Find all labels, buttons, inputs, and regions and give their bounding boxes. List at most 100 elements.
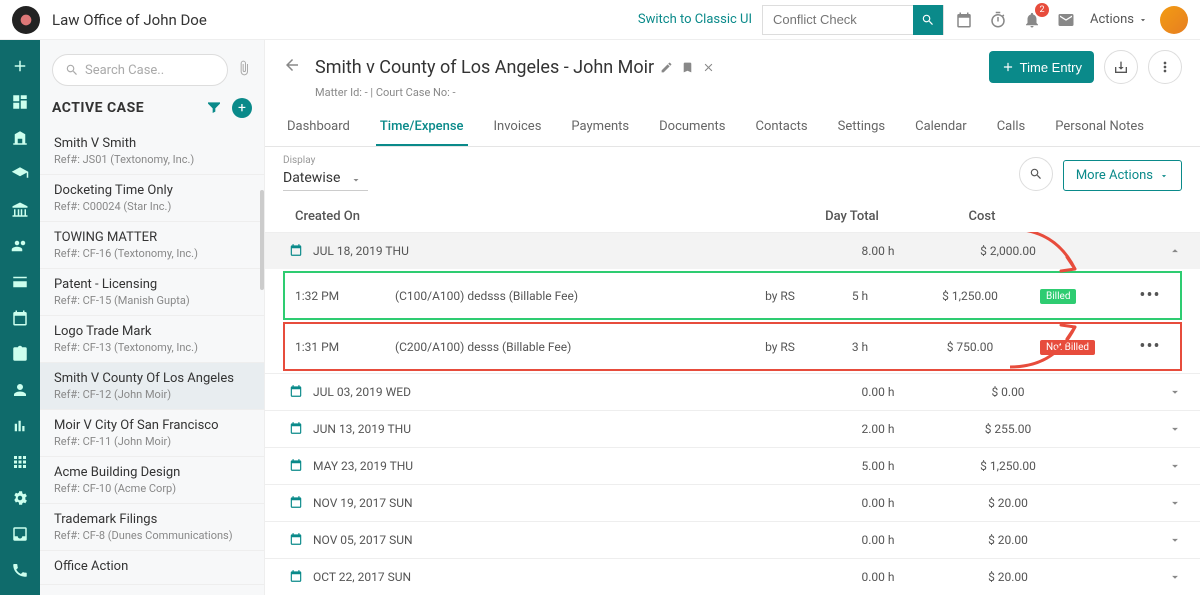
- download-button[interactable]: [1104, 50, 1138, 84]
- mail-icon[interactable]: [1052, 6, 1080, 34]
- entry-cost: $ 1,250.00: [900, 289, 1040, 303]
- nav-clipboard-icon[interactable]: [0, 336, 40, 372]
- tab-documents[interactable]: Documents: [655, 109, 729, 146]
- case-ref: Ref#: CF-11 (John Moir): [54, 435, 252, 448]
- sidebar-case-item[interactable]: Smith V SmithRef#: JS01 (Textonomy, Inc.…: [40, 128, 264, 175]
- tab-time-expense[interactable]: Time/Expense: [376, 109, 468, 146]
- entry-description: (C100/A100) dedsss (Billable Fee): [395, 289, 740, 303]
- date-group-row[interactable]: NOV 19, 2017 SUN0.00 h$ 20.00: [265, 484, 1200, 521]
- tab-contacts[interactable]: Contacts: [751, 109, 811, 146]
- case-list[interactable]: Smith V SmithRef#: JS01 (Textonomy, Inc.…: [40, 128, 264, 595]
- nav-wallet-icon[interactable]: [0, 264, 40, 300]
- back-arrow-icon[interactable]: [283, 56, 301, 78]
- entry-by: by RS: [740, 289, 820, 303]
- nav-calendar-icon[interactable]: [0, 300, 40, 336]
- group-date: MAY 23, 2019 THU: [313, 459, 813, 473]
- edit-icon[interactable]: [660, 61, 673, 74]
- time-entry-row[interactable]: 1:32 PM(C100/A100) dedsss (Billable Fee)…: [283, 271, 1182, 320]
- case-search-input[interactable]: Search Case..: [52, 54, 228, 86]
- chevron-down-icon: [1168, 385, 1182, 399]
- sidebar-case-item[interactable]: Office Action: [40, 551, 264, 585]
- tab-calendar[interactable]: Calendar: [911, 109, 971, 146]
- nav-building-icon[interactable]: [0, 120, 40, 156]
- tab-dashboard[interactable]: Dashboard: [283, 109, 354, 146]
- calendar-icon: [289, 495, 305, 511]
- tab-invoices[interactable]: Invoices: [490, 109, 546, 146]
- nav-inbox-icon[interactable]: [0, 516, 40, 552]
- timer-icon[interactable]: [984, 6, 1012, 34]
- sidebar-case-item[interactable]: Moir V City Of San FranciscoRef#: CF-11 …: [40, 410, 264, 457]
- conflict-search-button[interactable]: [913, 5, 943, 35]
- nav-education-icon[interactable]: [0, 156, 40, 192]
- chevron-down-icon: [350, 174, 362, 186]
- calendar-icon: [289, 384, 305, 400]
- left-iconbar: [0, 40, 40, 595]
- bookmark-icon[interactable]: [681, 61, 694, 74]
- sidebar-case-item[interactable]: Docketing Time OnlyRef#: C00024 (Star In…: [40, 175, 264, 222]
- nav-settings-icon[interactable]: [0, 480, 40, 516]
- sidebar-case-item[interactable]: Logo Trade MarkRef#: CF-13 (Textonomy, I…: [40, 316, 264, 363]
- tab-personal-notes[interactable]: Personal Notes: [1051, 109, 1148, 146]
- attachment-icon[interactable]: [236, 60, 252, 80]
- add-case-button[interactable]: +: [232, 98, 252, 118]
- date-group-row[interactable]: JUL 03, 2019 WED0.00 h$ 0.00: [265, 373, 1200, 410]
- nav-apps-icon[interactable]: [0, 444, 40, 480]
- case-name: Logo Trade Mark: [54, 324, 252, 339]
- topbar: Law Office of John Doe Switch to Classic…: [0, 0, 1200, 40]
- time-entry-row[interactable]: 1:31 PM(C200/A100) desss (Billable Fee)b…: [283, 322, 1182, 371]
- conflict-search[interactable]: [762, 5, 944, 35]
- avatar[interactable]: [1160, 6, 1188, 34]
- tab-calls[interactable]: Calls: [993, 109, 1030, 146]
- more-actions-label: More Actions: [1076, 168, 1153, 183]
- close-icon[interactable]: [702, 61, 715, 74]
- date-group-row[interactable]: NOV 05, 2017 SUN0.00 h$ 20.00: [265, 521, 1200, 558]
- entry-menu-button[interactable]: •••: [1130, 336, 1170, 357]
- calendar-icon[interactable]: [950, 6, 978, 34]
- switch-classic-link[interactable]: Switch to Classic UI: [638, 12, 752, 27]
- tab-payments[interactable]: Payments: [567, 109, 633, 146]
- sidebar-case-item[interactable]: Smith V County Of Los AngelesRef#: CF-12…: [40, 363, 264, 410]
- date-group-row[interactable]: OCT 22, 2017 SUN0.00 h$ 20.00: [265, 558, 1200, 595]
- more-actions-button[interactable]: More Actions: [1063, 160, 1182, 191]
- nav-dashboard-icon[interactable]: [0, 84, 40, 120]
- nav-add-icon[interactable]: [0, 48, 40, 84]
- conflict-search-input[interactable]: [763, 12, 913, 27]
- sidebar-case-item[interactable]: TOWING MATTERRef#: CF-16 (Textonomy, Inc…: [40, 222, 264, 269]
- group-cost: $ 255.00: [938, 422, 1078, 436]
- bell-icon[interactable]: 2: [1018, 6, 1046, 34]
- entry-menu-button[interactable]: •••: [1130, 285, 1170, 306]
- app-logo[interactable]: [12, 6, 40, 34]
- entries-table[interactable]: JUL 18, 2019 THU8.00 h$ 2,000.001:32 PM(…: [265, 232, 1200, 595]
- actions-dropdown[interactable]: Actions: [1090, 12, 1148, 27]
- main-content: Smith v County of Los Angeles - John Moi…: [265, 40, 1200, 595]
- nav-court-icon[interactable]: [0, 192, 40, 228]
- entry-status: Not Billed: [1040, 339, 1130, 355]
- group-date: JUL 18, 2019 THU: [313, 244, 813, 258]
- sidebar-case-item[interactable]: Patent - LicensingRef#: CF-15 (Manish Gu…: [40, 269, 264, 316]
- calendar-icon: [289, 458, 305, 474]
- nav-person-icon[interactable]: [0, 372, 40, 408]
- tab-settings[interactable]: Settings: [834, 109, 889, 146]
- sidebar-scrollbar[interactable]: [260, 190, 264, 290]
- group-day-total: 0.00 h: [818, 496, 938, 510]
- nav-people-icon[interactable]: [0, 228, 40, 264]
- case-name: Patent - Licensing: [54, 277, 252, 292]
- time-entry-label: Time Entry: [1020, 60, 1082, 75]
- group-cost: $ 2,000.00: [938, 244, 1078, 258]
- sidebar-case-item[interactable]: Acme Building DesignRef#: CF-10 (Acme Co…: [40, 457, 264, 504]
- case-name: Smith V Smith: [54, 136, 252, 151]
- date-group-row[interactable]: JUL 18, 2019 THU8.00 h$ 2,000.00: [265, 232, 1200, 269]
- group-date: NOV 05, 2017 SUN: [313, 533, 813, 547]
- notification-badge: 2: [1035, 3, 1049, 17]
- time-entry-button[interactable]: Time Entry: [989, 51, 1094, 83]
- date-group-row[interactable]: JUN 13, 2019 THU2.00 h$ 255.00: [265, 410, 1200, 447]
- date-group-row[interactable]: MAY 23, 2019 THU5.00 h$ 1,250.00: [265, 447, 1200, 484]
- more-menu-button[interactable]: [1148, 50, 1182, 84]
- nav-chart-icon[interactable]: [0, 408, 40, 444]
- table-search-button[interactable]: [1019, 157, 1053, 191]
- firm-name: Law Office of John Doe: [52, 11, 207, 29]
- nav-phone-icon[interactable]: [0, 552, 40, 588]
- filter-icon[interactable]: [206, 99, 224, 117]
- sidebar-case-item[interactable]: Trademark FilingsRef#: CF-8 (Dunes Commu…: [40, 504, 264, 551]
- calendar-icon: [289, 243, 305, 259]
